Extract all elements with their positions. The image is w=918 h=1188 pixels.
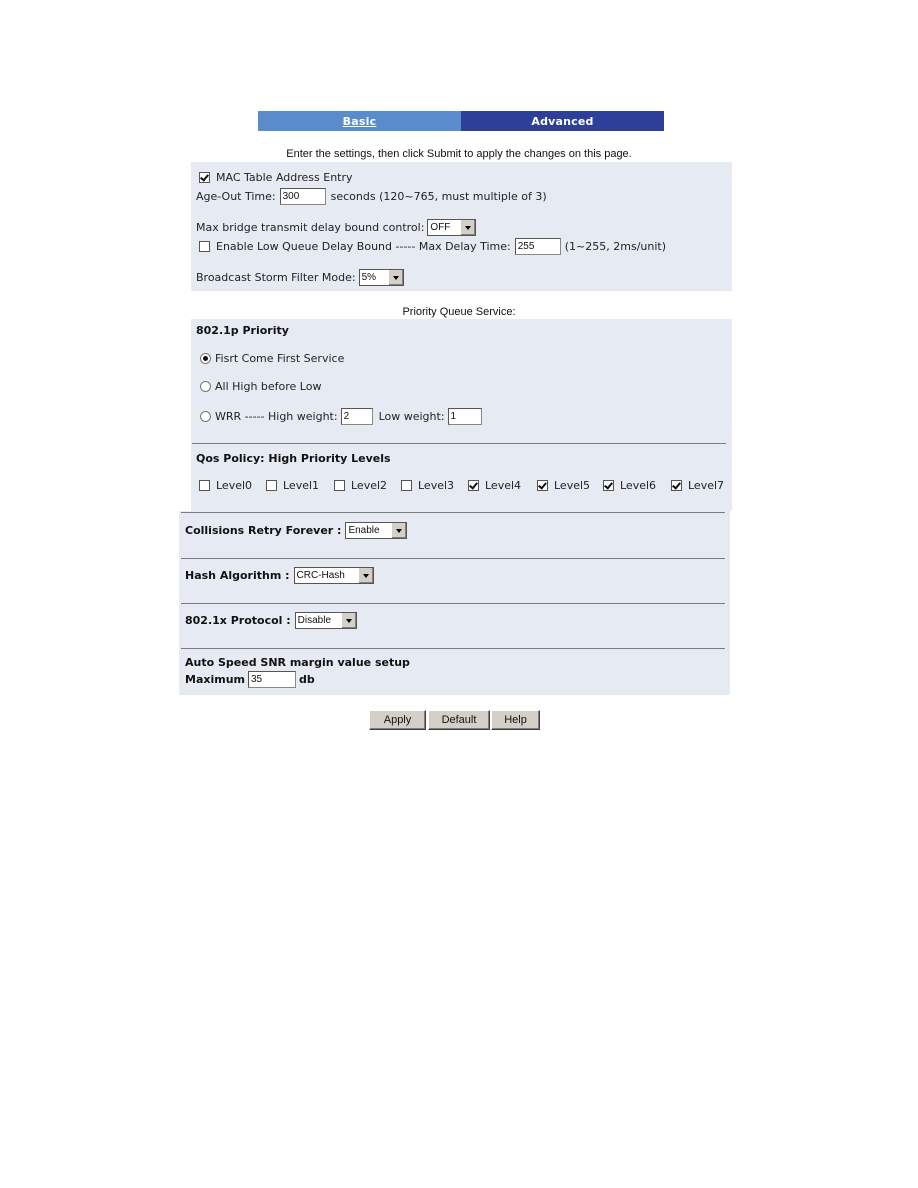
max-bridge-label: Max bridge transmit delay bound control:	[196, 221, 425, 234]
level2-checkbox[interactable]	[334, 480, 345, 491]
priority-queue-caption: Priority Queue Service:	[402, 306, 516, 318]
level3-label: Level3	[418, 479, 455, 492]
level4-checkbox[interactable]	[468, 480, 479, 491]
level4-option[interactable]: Level4	[468, 479, 537, 492]
divider	[181, 603, 725, 604]
chevron-down-icon[interactable]	[387, 270, 403, 285]
chevron-down-icon[interactable]	[391, 523, 407, 538]
default-button[interactable]: Default	[428, 710, 490, 730]
snr-unit: db	[299, 673, 315, 686]
dot1x-select[interactable]: Disable	[294, 612, 357, 629]
low-queue-checkbox[interactable]	[199, 241, 210, 252]
qos-heading: Qos Policy: High Priority Levels	[196, 452, 391, 465]
age-out-label: Age-Out Time:	[196, 190, 276, 203]
hash-value: CRC-Hash	[296, 570, 345, 581]
level1-label: Level1	[283, 479, 320, 492]
radio-wrr[interactable]	[200, 411, 211, 422]
chevron-down-icon[interactable]	[357, 568, 373, 583]
dot1x-label: 802.1x Protocol :	[185, 614, 291, 627]
radio-fcfs[interactable]	[200, 353, 211, 364]
level5-label: Level5	[554, 479, 591, 492]
level7-label: Level7	[688, 479, 725, 492]
dot1x-value: Disable	[297, 615, 332, 626]
level6-label: Level6	[620, 479, 657, 492]
radio-fcfs-label: Fisrt Come First Service	[215, 352, 345, 365]
apply-button[interactable]: Apply	[369, 710, 426, 730]
mac-table-label: MAC Table Address Entry	[216, 171, 353, 184]
level7-checkbox[interactable]	[671, 480, 682, 491]
divider	[181, 512, 725, 513]
low-weight-label: Low weight:	[378, 410, 445, 423]
max-delay-input[interactable]: 255	[514, 238, 561, 255]
max-bridge-select[interactable]: OFF	[427, 219, 477, 236]
low-weight-input[interactable]: 1	[447, 408, 482, 425]
collisions-select[interactable]: Enable	[345, 522, 408, 539]
max-bridge-value: OFF	[430, 222, 451, 233]
level5-checkbox[interactable]	[537, 480, 548, 491]
age-out-hint: seconds (120~765, must multiple of 3)	[330, 190, 547, 203]
tab-bar: Basic Advanced	[258, 111, 664, 131]
level3-option[interactable]: Level3	[401, 479, 468, 492]
level2-option[interactable]: Level2	[334, 479, 401, 492]
mac-table-checkbox[interactable]	[199, 172, 210, 183]
tab-basic[interactable]: Basic	[258, 111, 461, 131]
divider	[181, 558, 725, 559]
low-queue-label: Enable Low Queue Delay Bound ----- Max D…	[216, 240, 511, 253]
radio-high-before-low[interactable]	[200, 381, 211, 392]
chevron-down-icon[interactable]	[340, 613, 356, 628]
level0-option[interactable]: Level0	[199, 479, 266, 492]
hash-select[interactable]: CRC-Hash	[293, 567, 374, 584]
level1-option[interactable]: Level1	[266, 479, 334, 492]
level4-label: Level4	[485, 479, 522, 492]
misc-panel: Collisions Retry Forever : Enable Hash A…	[179, 511, 730, 695]
radio-wrr-label: WRR ----- High weight:	[215, 410, 338, 423]
snr-max-input[interactable]: 35	[248, 671, 296, 688]
hash-label: Hash Algorithm :	[185, 569, 290, 582]
divider	[181, 648, 725, 649]
level6-checkbox[interactable]	[603, 480, 614, 491]
collisions-value: Enable	[348, 525, 380, 536]
help-button[interactable]: Help	[491, 710, 540, 730]
broadcast-select[interactable]: 5%	[358, 269, 404, 286]
level5-option[interactable]: Level5	[537, 479, 603, 492]
chevron-down-icon[interactable]	[460, 220, 476, 235]
general-settings-panel: MAC Table Address Entry Age-Out Time: 30…	[191, 162, 732, 291]
level0-checkbox[interactable]	[199, 480, 210, 491]
age-out-input[interactable]: 300	[279, 188, 326, 205]
level7-option[interactable]: Level7	[671, 479, 724, 492]
level3-checkbox[interactable]	[401, 480, 412, 491]
qos-levels: Level0 Level1 Level2 Level3 Level4 Level…	[199, 479, 724, 492]
level0-label: Level0	[216, 479, 253, 492]
max-delay-hint: (1~255, 2ms/unit)	[564, 240, 667, 253]
level1-checkbox[interactable]	[266, 480, 277, 491]
level2-label: Level2	[351, 479, 388, 492]
snr-max-label: Maximum	[185, 673, 245, 686]
collisions-label: Collisions Retry Forever :	[185, 524, 342, 537]
intro-text: Enter the settings, then click Submit to…	[286, 148, 632, 160]
broadcast-label: Broadcast Storm Filter Mode:	[196, 271, 356, 284]
snr-heading: Auto Speed SNR margin value setup	[185, 656, 410, 669]
radio-high-before-low-label: All High before Low	[215, 380, 322, 393]
high-weight-input[interactable]: 2	[340, 408, 373, 425]
level6-option[interactable]: Level6	[603, 479, 671, 492]
priority-heading: 802.1p Priority	[196, 324, 289, 337]
divider	[192, 443, 726, 444]
tab-advanced[interactable]: Advanced	[461, 111, 664, 131]
broadcast-value: 5%	[361, 272, 377, 283]
